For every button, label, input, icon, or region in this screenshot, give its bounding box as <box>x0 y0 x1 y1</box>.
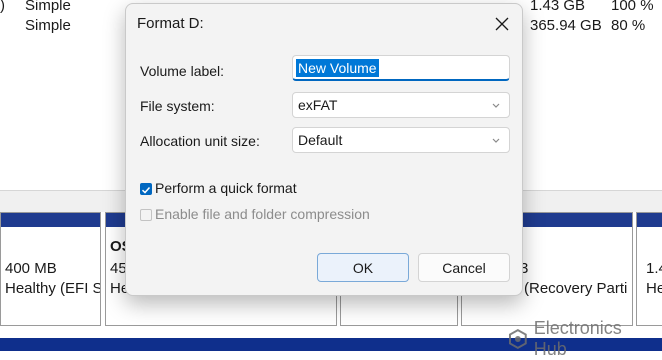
quick-format-label[interactable]: Perform a quick format <box>155 180 297 196</box>
free-cell: 1.43 GB <box>530 0 586 14</box>
partition-status: He <box>646 280 662 297</box>
compression-checkbox[interactable] <box>140 209 152 221</box>
type-cell: Simple <box>25 0 71 14</box>
volume-row[interactable]: Simple <box>25 17 71 34</box>
volume-label-value: New Volume <box>296 59 379 77</box>
partition-size: 400 MB <box>5 260 57 277</box>
watermark-logo-icon <box>508 329 527 349</box>
compression-label: Enable file and folder compression <box>155 206 370 222</box>
layout-cell: ) <box>0 0 5 14</box>
chevron-down-icon <box>492 103 500 108</box>
partition-last[interactable]: 1.4 He <box>636 212 662 326</box>
watermark: Electronics Hub <box>508 318 658 359</box>
watermark-text: Electronics Hub <box>533 318 622 359</box>
checkmark-icon <box>141 186 151 194</box>
dialog-title: Format D: <box>137 15 204 32</box>
partition-header <box>1 213 100 227</box>
chevron-down-icon <box>492 138 500 143</box>
volume-row-right: 365.94 GB 80 % <box>530 17 645 34</box>
allocation-select[interactable]: Default <box>292 127 510 153</box>
volume-label-input[interactable]: New Volume <box>292 55 510 81</box>
partition-status: Healthy (EFI S <box>5 280 101 297</box>
type-cell: Simple <box>25 17 71 34</box>
cancel-button[interactable]: Cancel <box>418 253 510 282</box>
capacity-cell: 365.94 GB <box>530 17 602 34</box>
close-button[interactable] <box>484 8 520 40</box>
ok-button[interactable]: OK <box>317 253 409 282</box>
quick-format-checkbox[interactable] <box>140 183 152 195</box>
allocation-label: Allocation unit size: <box>140 133 260 149</box>
allocation-value: Default <box>298 132 343 148</box>
volume-row[interactable]: ) Simple <box>0 0 71 14</box>
file-system-select[interactable]: exFAT <box>292 92 510 118</box>
format-dialog: Format D: Volume label: New Volume File … <box>125 3 523 296</box>
partition-status: (Recovery Parti <box>524 280 628 297</box>
partition-size: 1.4 <box>646 260 662 277</box>
volume-row-right: 1.43 GB 100 % <box>530 0 654 14</box>
close-icon <box>495 17 509 31</box>
pct-cell: 80 % <box>611 17 646 34</box>
pct-cell: 100 % <box>611 0 654 14</box>
volume-label-label: Volume label: <box>140 63 225 79</box>
partition-header <box>637 213 662 227</box>
partition-efi[interactable]: 400 MB Healthy (EFI S <box>0 212 101 326</box>
file-system-value: exFAT <box>298 97 338 113</box>
file-system-label: File system: <box>140 98 215 114</box>
